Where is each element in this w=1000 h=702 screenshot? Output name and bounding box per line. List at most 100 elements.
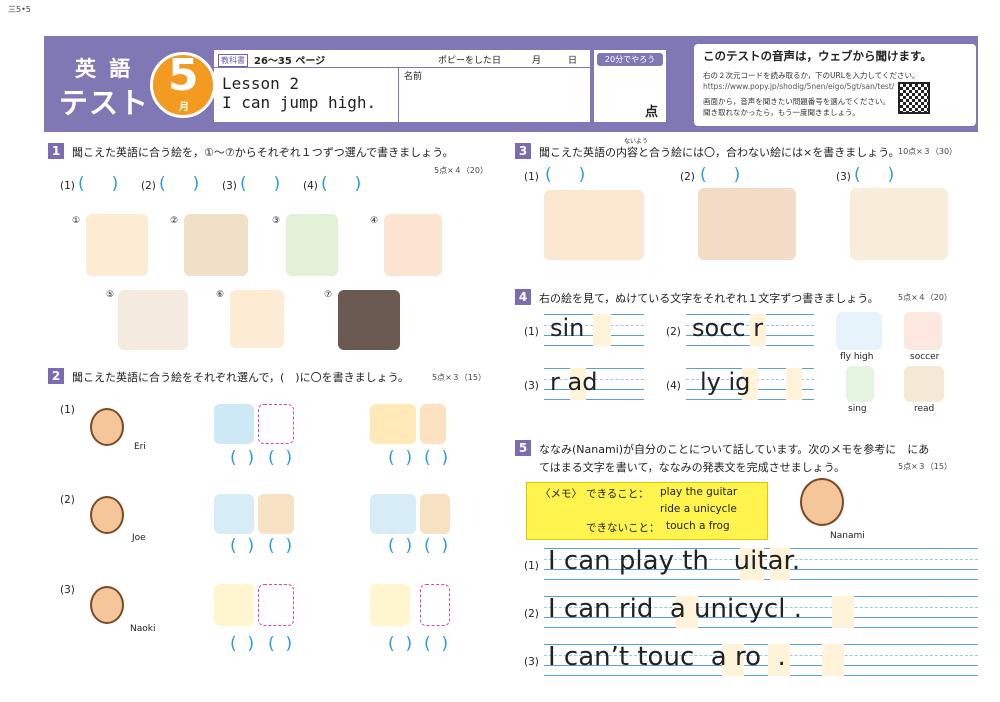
q2-instruction: 聞こえた英語に合う絵をそれぞれ選んで，( )に〇を書きましょう。 bbox=[72, 371, 409, 384]
audio-url[interactable]: https://www.popy.jp/shodig/5nen/eigo/5gt… bbox=[703, 82, 894, 91]
skiing-picture bbox=[258, 404, 294, 444]
q4-4-word: ly ig bbox=[700, 368, 751, 396]
q4-sub1: (1) bbox=[524, 326, 539, 338]
cooking-2-picture bbox=[420, 494, 450, 534]
joe-name: Joe bbox=[132, 533, 146, 543]
lesson-phrase: I can jump high. bbox=[222, 93, 377, 112]
q2-sub2: (2) bbox=[60, 494, 75, 506]
read-label: read bbox=[914, 404, 935, 414]
jumping-2-picture bbox=[370, 584, 410, 626]
q2-3-answer-a[interactable]: ( ) bbox=[230, 634, 254, 654]
q5-1-sentence: I can play th uitar. bbox=[548, 546, 801, 576]
q3-sub3: (3) bbox=[836, 171, 851, 183]
q1-answer-3[interactable]: ( ) bbox=[240, 174, 280, 194]
q1-pic-label-7: ⑦ bbox=[324, 290, 333, 300]
q4-points: 5点×４（20） bbox=[898, 293, 952, 302]
sing-picture bbox=[846, 366, 874, 402]
can-item-2: ride a unicycle bbox=[660, 503, 737, 515]
nanami-name: Nanami bbox=[830, 531, 865, 541]
piano-girl-picture bbox=[184, 214, 248, 276]
q2-1-answer-b[interactable]: ( ) bbox=[268, 448, 292, 468]
day-label: 日 bbox=[568, 56, 578, 66]
reading-2-picture bbox=[370, 494, 416, 534]
qr-code-icon[interactable] bbox=[898, 82, 930, 114]
q2-3-answer-c[interactable]: ( ) bbox=[388, 634, 412, 654]
q5-2-blank-2[interactable] bbox=[832, 596, 854, 628]
q1-answer-2[interactable]: ( ) bbox=[159, 174, 199, 194]
name-label: 名前 bbox=[404, 72, 423, 82]
q3-sub1: (1) bbox=[524, 171, 539, 183]
eri-face-icon bbox=[90, 408, 124, 446]
q4-instruction: 右の絵を見て，ぬけている文字をそれぞれ１文字ずつ書きましょう。 bbox=[539, 292, 879, 305]
q5-instruction-1: ななみ(Nanami)が自分のことについて話しています。次のメモを参考に にあ bbox=[539, 443, 930, 456]
eating-girl-picture bbox=[230, 290, 284, 348]
q2-2-answer-a[interactable]: ( ) bbox=[230, 536, 254, 556]
textbook-tag: 教科書 bbox=[218, 54, 248, 67]
page-range: 26〜35 ページ bbox=[254, 56, 326, 67]
fly-high-label: fly high bbox=[840, 352, 874, 362]
q2-points: 5点×３（15） bbox=[432, 373, 486, 382]
q1-instruction: 聞こえた英語に合う絵を，①〜⑦からそれぞれ１つずつ選んで書きましょう。 bbox=[72, 146, 454, 159]
date-label: ポピーをした日 bbox=[438, 56, 502, 66]
audio-instruction-3: 聞き取れなかったら，もう一度聞きましょう。 bbox=[703, 108, 860, 117]
q3-answer-1[interactable]: ( ) bbox=[545, 165, 585, 185]
q5-sub3: (3) bbox=[524, 656, 539, 668]
q2-3-answer-b[interactable]: ( ) bbox=[268, 634, 292, 654]
subject-title: 英 語 bbox=[75, 57, 134, 81]
q2-3-answer-d[interactable]: ( ) bbox=[424, 634, 448, 654]
q1-points: 5点×４（20） bbox=[434, 166, 488, 175]
q4-2-word: socc r bbox=[692, 314, 764, 342]
month-label: 月 bbox=[532, 56, 542, 66]
swimming-2-picture bbox=[370, 404, 416, 444]
swimming-picture bbox=[214, 404, 254, 444]
joe-face-icon bbox=[90, 496, 124, 534]
q1-pic-label-5: ⑤ bbox=[106, 290, 115, 300]
lesson-number: Lesson 2 bbox=[222, 74, 300, 93]
q4-4-blank-2[interactable] bbox=[786, 368, 802, 400]
name-divider bbox=[398, 68, 399, 122]
q5-instruction-2: てはまる文字を書いて，ななみの発表文を完成させましょう。 bbox=[539, 461, 846, 474]
q3-answer-3[interactable]: ( ) bbox=[854, 165, 894, 185]
q1-answer-1[interactable]: ( ) bbox=[78, 174, 118, 194]
q2-1-answer-d[interactable]: ( ) bbox=[424, 448, 448, 468]
page-code: 三5•5 bbox=[8, 5, 31, 14]
subject-subtitle: テスト bbox=[59, 86, 150, 120]
q1-pic-label-3: ③ bbox=[272, 216, 281, 226]
q2-1-answer-c[interactable]: ( ) bbox=[388, 448, 412, 468]
audio-title: このテストの音声は，ウェブから聞けます。 bbox=[703, 49, 932, 63]
q5-sub1: (1) bbox=[524, 560, 539, 572]
q5-number: 5 bbox=[515, 440, 531, 456]
audio-instruction-2: 画面から，音声を聞きたい問題番号を選んでください。 bbox=[703, 97, 890, 106]
read-picture bbox=[904, 366, 944, 402]
q4-1-blank[interactable] bbox=[593, 314, 611, 346]
q1-answer-4[interactable]: ( ) bbox=[321, 174, 361, 194]
q1-pic-label-4: ④ bbox=[370, 216, 379, 226]
score-unit: 点 bbox=[645, 105, 659, 120]
q2-2-answer-d[interactable]: ( ) bbox=[424, 536, 448, 556]
q2-2-answer-b[interactable]: ( ) bbox=[268, 536, 292, 556]
q1-sub4: (4) bbox=[303, 180, 318, 192]
running-girl-picture bbox=[384, 214, 442, 276]
q3-number: 3 bbox=[515, 143, 531, 159]
q4-number: 4 bbox=[515, 289, 531, 305]
q2-2-answer-c[interactable]: ( ) bbox=[388, 536, 412, 556]
q2-sub1: (1) bbox=[60, 404, 75, 416]
jumping-picture bbox=[214, 584, 254, 626]
crying-girl-picture bbox=[86, 214, 148, 276]
sing-label: sing bbox=[848, 404, 867, 414]
q2-1-answer-a[interactable]: ( ) bbox=[230, 448, 254, 468]
q4-3-word: r ad bbox=[550, 368, 598, 396]
q4-sub4: (4) bbox=[666, 380, 681, 392]
q1-pic-label-1: ① bbox=[72, 216, 81, 226]
q1-sub2: (2) bbox=[141, 180, 156, 192]
can-label: できること： bbox=[586, 488, 649, 500]
q3-answer-2[interactable]: ( ) bbox=[700, 165, 740, 185]
climbing-picture bbox=[850, 188, 948, 260]
q5-3-blank-3[interactable] bbox=[822, 644, 844, 676]
q4-1-word: sin bbox=[550, 314, 585, 342]
time-tag: 20分でやろう bbox=[597, 53, 663, 66]
month-number: 5 bbox=[168, 50, 199, 101]
reading-picture bbox=[214, 494, 254, 534]
cooking-picture bbox=[258, 494, 294, 534]
nanami-face-icon bbox=[800, 478, 844, 526]
